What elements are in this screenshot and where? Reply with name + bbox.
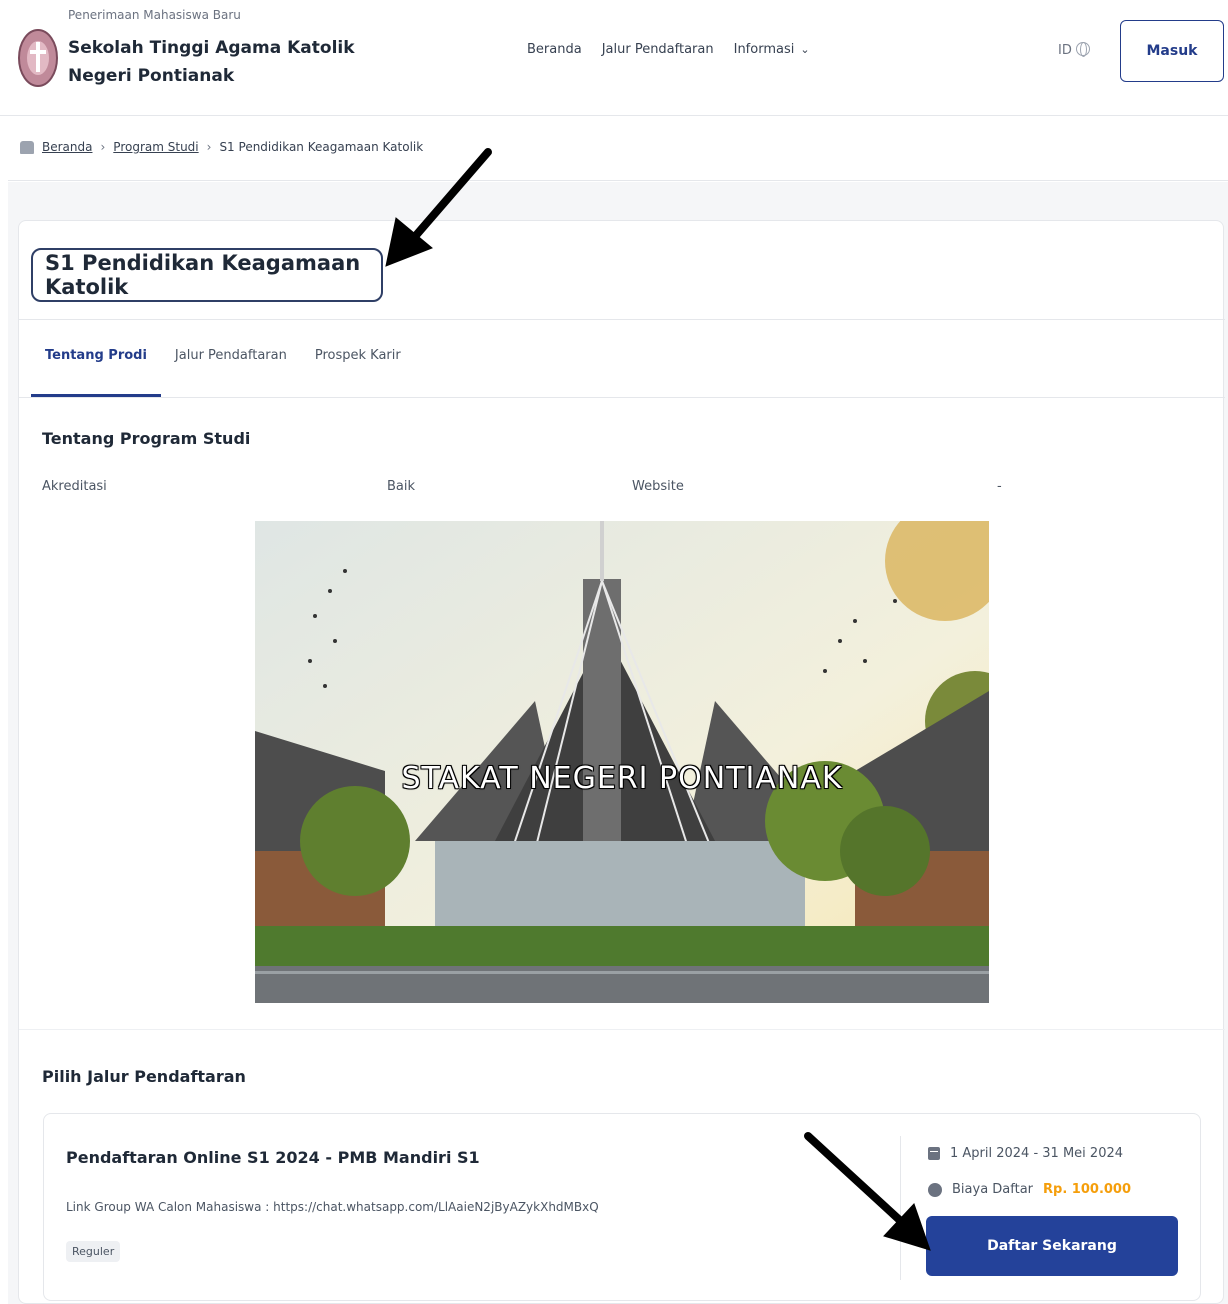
login-button[interactable]: Masuk (1120, 20, 1224, 82)
top-header: Penerimaan Mahasiswa Baru Sekolah Tinggi… (0, 0, 1228, 116)
brand-title[interactable]: Sekolah Tinggi Agama Katolik Negeri Pont… (68, 34, 388, 90)
language-label: ID (1058, 43, 1072, 58)
akreditasi-label: Akreditasi (42, 479, 107, 494)
date-range: 1 April 2024 - 31 Mei 2024 (950, 1146, 1124, 1161)
fee-amount: Rp. 100.000 (1043, 1182, 1132, 1197)
registration-path-title: Pendaftaran Online S1 2024 - PMB Mandiri… (66, 1148, 480, 1167)
nav-informasi[interactable]: Informasi ⌄ (734, 42, 810, 57)
tab-jalur-pendaftaran[interactable]: Jalur Pendaftaran (161, 321, 301, 397)
program-tabs: Tentang Prodi Jalur Pendaftaran Prospek … (31, 321, 415, 397)
brand-subtitle: Penerimaan Mahasiswa Baru (68, 8, 241, 22)
breadcrumb-separator-icon: › (100, 140, 106, 154)
breadcrumb-separator-icon: › (206, 140, 212, 154)
registration-path-card: Pendaftaran Online S1 2024 - PMB Mandiri… (43, 1113, 1201, 1301)
divider (19, 319, 1225, 320)
website-value: - (997, 479, 1002, 494)
fee-label: Biaya Daftar (952, 1182, 1034, 1197)
section-title-registration: Pilih Jalur Pendaftaran (42, 1067, 246, 1086)
logo-emblem-icon[interactable] (18, 24, 58, 88)
program-title-box: S1 Pendidikan Keagamaan Katolik (31, 248, 383, 302)
tab-tentang-prodi[interactable]: Tentang Prodi (31, 321, 161, 397)
divider (19, 1029, 1225, 1030)
calendar-icon (928, 1147, 940, 1160)
home-icon (20, 140, 34, 154)
divider (8, 180, 1228, 181)
divider (19, 397, 1225, 398)
program-card: S1 Pendidikan Keagamaan Katolik Tentang … (18, 220, 1225, 1304)
campus-image: STAKAT NEGERI PONTIANAK (255, 521, 989, 1003)
breadcrumb-beranda[interactable]: Beranda (42, 140, 92, 154)
website-label: Website (632, 479, 684, 494)
section-title-about: Tentang Program Studi (42, 429, 251, 448)
campus-image-caption: STAKAT NEGERI PONTIANAK (401, 761, 843, 796)
program-title: S1 Pendidikan Keagamaan Katolik (45, 251, 361, 299)
language-switcher[interactable]: ID (1058, 42, 1090, 58)
main-nav: Beranda Jalur Pendaftaran Informasi ⌄ (527, 42, 810, 57)
breadcrumb-program-studi[interactable]: Program Studi (113, 140, 198, 154)
divider (900, 1136, 901, 1280)
globe-icon (1075, 42, 1090, 57)
registration-fee: Biaya Daftar Rp. 100.000 (928, 1182, 1131, 1197)
register-now-button[interactable]: Daftar Sekarang (926, 1216, 1178, 1276)
path-type-badge: Reguler (66, 1241, 121, 1262)
whatsapp-group-link[interactable]: Link Group WA Calon Mahasiswa : https://… (66, 1200, 599, 1214)
registration-dates: 1 April 2024 - 31 Mei 2024 (928, 1146, 1123, 1161)
nav-jalur-pendaftaran[interactable]: Jalur Pendaftaran (602, 42, 714, 57)
tab-prospek-karir[interactable]: Prospek Karir (301, 321, 415, 397)
nav-informasi-label: Informasi (733, 42, 795, 57)
coin-icon (928, 1182, 942, 1197)
breadcrumb-current: S1 Pendidikan Keagamaan Katolik (219, 140, 424, 154)
chevron-down-icon: ⌄ (800, 43, 810, 56)
akreditasi-value: Baik (387, 479, 416, 494)
breadcrumb: Beranda › Program Studi › S1 Pendidikan … (20, 140, 423, 154)
nav-beranda[interactable]: Beranda (527, 42, 582, 57)
